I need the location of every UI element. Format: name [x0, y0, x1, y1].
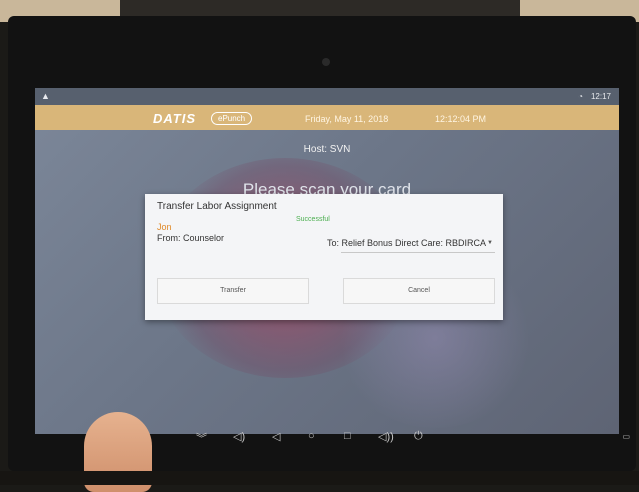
select-underline — [341, 252, 495, 253]
employee-name: Jon — [157, 222, 172, 232]
warning-triangle-icon: ▲ — [41, 91, 50, 101]
from-assignment: From: Counselor — [157, 233, 225, 243]
camera-icon[interactable]: ▭ — [622, 432, 630, 441]
cancel-button[interactable]: Cancel — [343, 278, 495, 304]
transfer-button[interactable]: Transfer — [157, 278, 309, 304]
datis-logo: DATIS — [153, 111, 197, 126]
floor-background — [0, 471, 639, 485]
success-message: Successful — [296, 216, 330, 223]
dropdown-arrow-icon[interactable]: ▼ — [487, 240, 493, 246]
header-date: Friday, May 11, 2018 — [305, 114, 389, 124]
epunch-badge: ePunch — [211, 112, 253, 125]
header-clock: 12:12:04 PM — [435, 114, 487, 124]
to-assignment-select[interactable]: To: Relief Bonus Direct Care: RBDIRCA — [327, 238, 486, 248]
host-label: Host: SVN — [303, 144, 351, 155]
collapse-icon[interactable]: ︾ — [196, 430, 207, 446]
status-time: 12:17 — [590, 92, 611, 101]
home-icon[interactable]: ○ — [308, 430, 315, 442]
volume-down-icon[interactable]: ◁) — [233, 430, 245, 443]
wifi-icon: ◔ — [578, 92, 583, 101]
android-status-bar: ▲ ◔ 12:17 — [35, 88, 619, 105]
volume-up-icon[interactable]: ◁)) — [378, 430, 394, 443]
transfer-dialog: Transfer Labor Assignment Successful Jon… — [145, 194, 503, 320]
tablet-bezel: ▲ ◔ 12:17 DATIS ePunch Friday, May 11, 2… — [8, 16, 636, 471]
power-icon[interactable]: ⏻ — [414, 430, 423, 443]
device-screen: ▲ ◔ 12:17 DATIS ePunch Friday, May 11, 2… — [35, 88, 619, 434]
app-header: DATIS ePunch Friday, May 11, 2018 12:12:… — [35, 105, 619, 130]
back-icon[interactable]: ◁ — [272, 430, 280, 443]
recents-icon[interactable]: □ — [344, 430, 351, 442]
dialog-title: Transfer Labor Assignment — [157, 201, 277, 212]
front-camera-icon — [322, 58, 330, 66]
